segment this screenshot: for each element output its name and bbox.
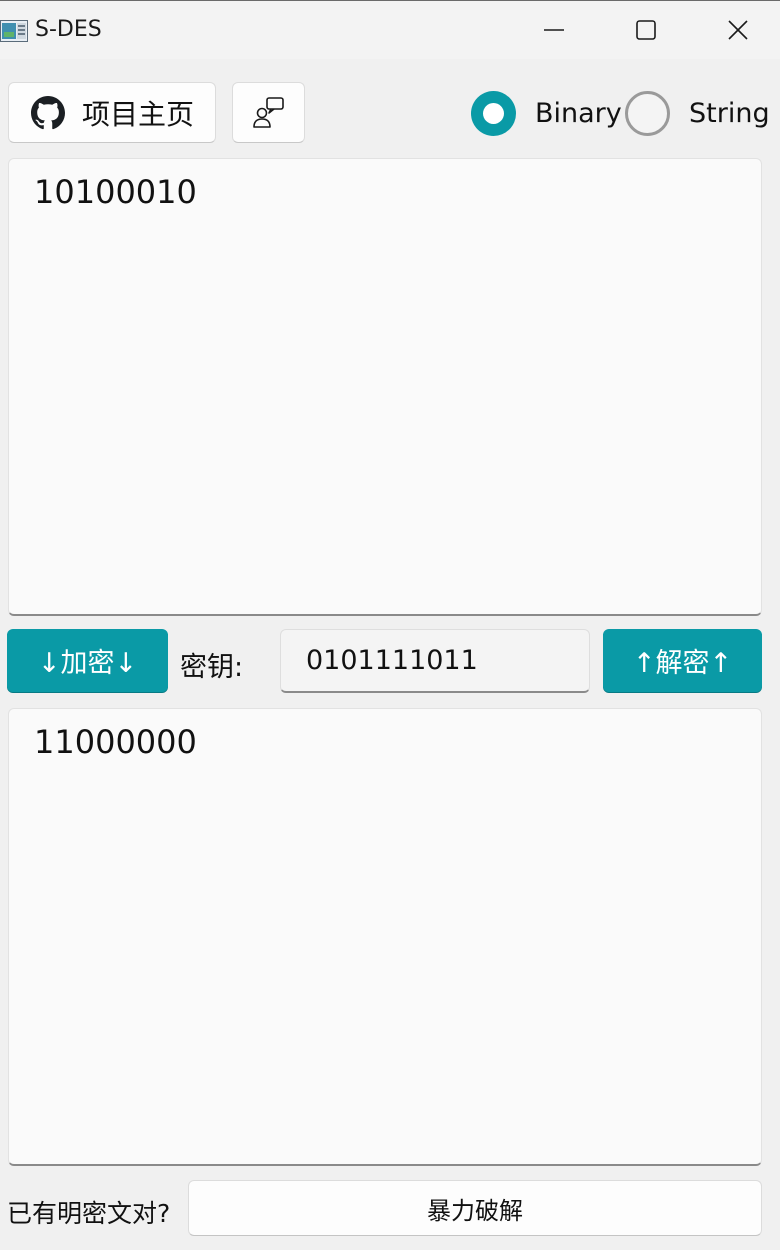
app-icon (0, 20, 28, 42)
minimize-icon (544, 29, 564, 31)
feedback-button[interactable] (232, 82, 305, 143)
binary-radio-label[interactable]: Binary (535, 98, 622, 129)
string-radio-label[interactable]: String (689, 98, 770, 129)
key-input[interactable]: 0101111011 (280, 629, 590, 693)
close-icon (728, 20, 748, 40)
title-bar[interactable]: S-DES (0, 1, 780, 59)
app-window: S-DES 项目主页 Binary String 10100010 ↓加密↓ 密… (0, 0, 780, 1250)
maximize-button[interactable] (600, 1, 692, 59)
encrypt-button[interactable]: ↓加密↓ (7, 629, 168, 692)
ciphertext-output-area[interactable]: 11000000 (8, 708, 762, 1166)
decrypt-button[interactable]: ↑解密↑ (603, 629, 762, 692)
known-pair-label: 已有明密文对? (7, 1199, 171, 1228)
project-home-label: 项目主页 (82, 97, 195, 131)
key-label: 密钥: (180, 652, 244, 683)
string-radio[interactable] (625, 91, 670, 136)
plaintext-input-area[interactable]: 10100010 (8, 158, 762, 616)
close-button[interactable] (692, 1, 780, 59)
maximize-icon (636, 20, 656, 40)
github-icon (31, 95, 65, 129)
project-home-button[interactable]: 项目主页 (8, 82, 216, 143)
window-title: S-DES (35, 17, 102, 42)
key-value: 0101111011 (306, 645, 478, 676)
radio-selected-dot (483, 103, 504, 124)
binary-radio[interactable] (471, 91, 516, 136)
minimize-button[interactable] (508, 1, 600, 59)
ciphertext-value: 11000000 (34, 723, 197, 761)
chat-user-icon (252, 96, 284, 128)
brute-force-button[interactable]: 暴力破解 (188, 1180, 762, 1236)
plaintext-value: 10100010 (34, 173, 197, 211)
